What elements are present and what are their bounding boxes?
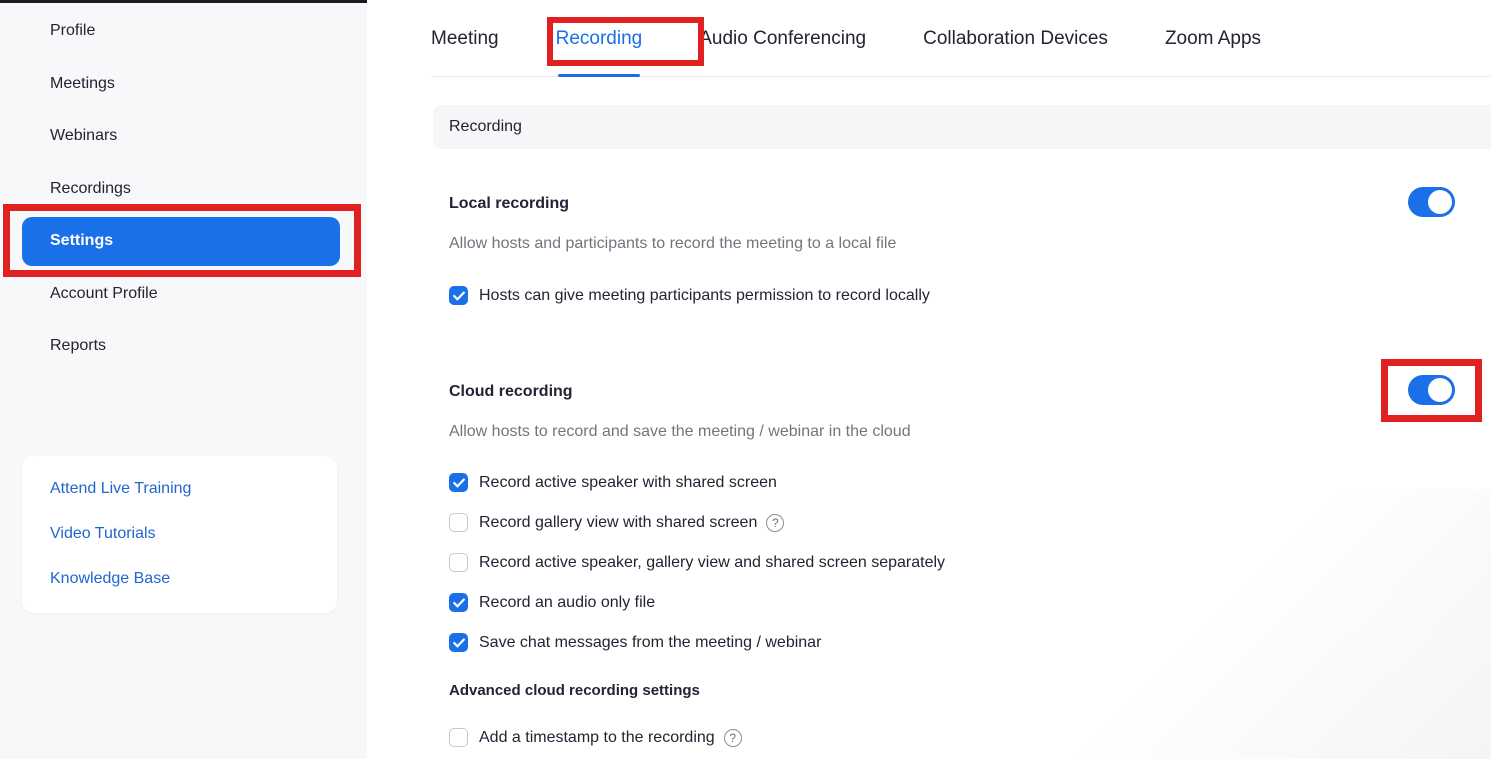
- checkbox-add-timestamp[interactable]: [449, 728, 468, 747]
- cloud-recording-setting: Cloud recording Allow hosts to record an…: [449, 382, 1491, 747]
- tab-zoom-apps[interactable]: Zoom Apps: [1165, 27, 1261, 76]
- sidebar-item-label: Recordings: [50, 180, 131, 198]
- option-row: Record active speaker, gallery view and …: [449, 553, 1491, 572]
- option-row: Record an audio only file: [449, 593, 1491, 612]
- option-label: Add a timestamp to the recording: [479, 728, 715, 747]
- cloud-recording-options: Record active speaker with shared screen…: [449, 473, 1491, 652]
- sidebar-item-label: Profile: [50, 22, 95, 40]
- sidebar-item-recordings[interactable]: Recordings: [0, 163, 367, 216]
- sidebar-item-label: Account Profile: [50, 285, 158, 303]
- option-row: Hosts can give meeting participants perm…: [449, 286, 1491, 305]
- cloud-recording-title: Cloud recording: [449, 382, 1491, 401]
- option-label: Hosts can give meeting participants perm…: [479, 286, 930, 305]
- option-label: Record an audio only file: [479, 593, 655, 612]
- section-header-label: Recording: [449, 118, 522, 136]
- link-knowledge-base[interactable]: Knowledge Base: [50, 556, 337, 601]
- sidebar-item-label: Webinars: [50, 127, 117, 145]
- local-recording-title: Local recording: [449, 194, 1491, 213]
- zoom-web-settings-page: Profile Meetings Webinars Recordings Set…: [0, 0, 1491, 759]
- sidebar: Profile Meetings Webinars Recordings Set…: [0, 0, 367, 759]
- sidebar-item-label: Reports: [50, 337, 106, 355]
- checkbox-record-separately[interactable]: [449, 553, 468, 572]
- help-links-card: Attend Live Training Video Tutorials Kno…: [22, 456, 337, 613]
- help-icon[interactable]: ?: [724, 729, 742, 747]
- advanced-cloud-settings-heading: Advanced cloud recording settings: [449, 682, 1491, 699]
- sidebar-item-account-profile[interactable]: Account Profile: [0, 268, 367, 321]
- option-label: Record active speaker with shared screen: [479, 473, 777, 492]
- sidebar-nav: Profile Meetings Webinars Recordings Set…: [0, 0, 367, 373]
- cloud-recording-toggle[interactable]: [1408, 375, 1455, 405]
- local-recording-options: Hosts can give meeting participants perm…: [449, 286, 1491, 305]
- toggle-knob: [1428, 190, 1452, 214]
- option-row: Save chat messages from the meeting / we…: [449, 633, 1491, 652]
- checkmark-icon: [453, 478, 465, 488]
- option-row: Add a timestamp to the recording ?: [449, 728, 1491, 747]
- checkbox-record-audio-only[interactable]: [449, 593, 468, 612]
- checkmark-icon: [453, 638, 465, 648]
- advanced-cloud-options: Add a timestamp to the recording ?: [449, 728, 1491, 747]
- checkbox-record-active-speaker[interactable]: [449, 473, 468, 492]
- option-row: Record gallery view with shared screen ?: [449, 513, 1491, 532]
- help-icon[interactable]: ?: [766, 514, 784, 532]
- settings-content: Meeting Recording Audio Conferencing Col…: [367, 0, 1491, 759]
- settings-tabs: Meeting Recording Audio Conferencing Col…: [431, 0, 1491, 77]
- local-recording-toggle[interactable]: [1408, 187, 1455, 217]
- checkbox-record-gallery-view[interactable]: [449, 513, 468, 532]
- option-label: Record gallery view with shared screen: [479, 513, 757, 532]
- tab-meeting[interactable]: Meeting: [431, 27, 499, 76]
- toggle-knob: [1428, 378, 1452, 402]
- section-header-recording: Recording: [433, 105, 1491, 149]
- sidebar-item-label: Meetings: [50, 75, 115, 93]
- link-video-tutorials[interactable]: Video Tutorials: [50, 511, 337, 556]
- checkbox-hosts-give-permission[interactable]: [449, 286, 468, 305]
- sidebar-item-label: Settings: [50, 232, 113, 250]
- sidebar-item-settings-slot: Settings: [0, 215, 367, 268]
- sidebar-top-accent-bar: [0, 0, 367, 3]
- option-row: Record active speaker with shared screen: [449, 473, 1491, 492]
- tab-audio-conferencing[interactable]: Audio Conferencing: [699, 27, 866, 76]
- local-recording-setting: Local recording Allow hosts and particip…: [449, 194, 1491, 305]
- sidebar-item-meetings[interactable]: Meetings: [0, 58, 367, 111]
- option-label: Save chat messages from the meeting / we…: [479, 633, 821, 652]
- checkmark-icon: [453, 291, 465, 301]
- checkbox-save-chat-messages[interactable]: [449, 633, 468, 652]
- sidebar-item-webinars[interactable]: Webinars: [0, 110, 367, 163]
- sidebar-item-reports[interactable]: Reports: [0, 320, 367, 373]
- checkmark-icon: [453, 598, 465, 608]
- tab-collaboration-devices[interactable]: Collaboration Devices: [923, 27, 1108, 76]
- sidebar-item-profile[interactable]: Profile: [0, 5, 367, 58]
- local-recording-description: Allow hosts and participants to record t…: [449, 234, 1491, 253]
- tab-recording[interactable]: Recording: [556, 27, 643, 76]
- sidebar-item-settings[interactable]: Settings: [22, 217, 340, 266]
- cloud-recording-description: Allow hosts to record and save the meeti…: [449, 422, 1491, 441]
- option-label: Record active speaker, gallery view and …: [479, 553, 945, 572]
- link-attend-live-training[interactable]: Attend Live Training: [50, 466, 337, 511]
